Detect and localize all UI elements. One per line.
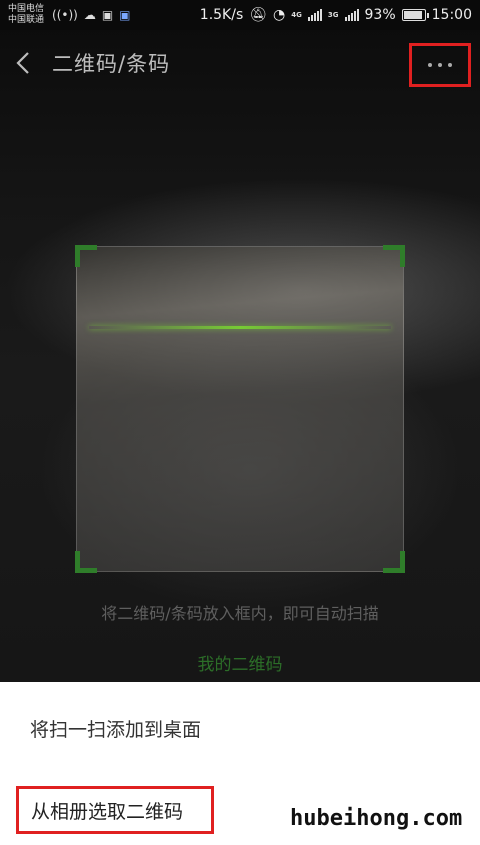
frame-corner-top-right <box>383 245 405 267</box>
frame-corner-bottom-left <box>75 551 97 573</box>
wifi-icon: ◔ <box>273 7 286 23</box>
page-title: 二维码/条码 <box>52 52 171 76</box>
my-qr-code-link[interactable]: 我的二维码 <box>0 650 480 675</box>
frame-corner-top-left <box>75 245 97 267</box>
weather-icon: ☁ <box>83 8 96 22</box>
carrier-2: 中国联通 <box>8 15 45 25</box>
app-notification-icon: ▣ <box>101 8 114 22</box>
more-dot-icon <box>428 63 432 67</box>
more-dot-icon <box>438 63 442 67</box>
hotspot-icon: ((•)) <box>52 8 78 22</box>
scan-hint: 将二维码/条码放入框内，即可自动扫描 <box>101 604 379 623</box>
notification-icons: ((•)) ☁ ▣ ▣ <box>52 8 131 22</box>
chevron-left-icon <box>16 52 29 74</box>
pick-from-album-option[interactable]: 从相册选取二维码 <box>16 786 214 834</box>
frame-corner-bottom-right <box>383 551 405 573</box>
status-bar: 中国电信 中国联通 ((•)) ☁ ▣ ▣ 1.5K/s 🔕︎ ◔ 4G 3G … <box>0 0 480 30</box>
back-button[interactable] <box>0 30 48 96</box>
net-speed: 1.5K/s <box>199 7 244 23</box>
scan-frame <box>75 245 405 573</box>
more-dot-icon <box>448 63 452 67</box>
status-right: 1.5K/s 🔕︎ ◔ 4G 3G 93% 15:00 <box>200 7 472 23</box>
clock: 15:00 <box>431 7 472 23</box>
scan-line <box>89 326 391 329</box>
top-nav-bar: 二维码/条码 <box>0 30 480 96</box>
battery-icon <box>401 9 429 21</box>
network-type-tag: 4G <box>291 10 302 19</box>
carrier-info: 中国电信 中国联通 <box>8 4 44 26</box>
carrier-1: 中国电信 <box>8 4 45 14</box>
more-options-button[interactable] <box>409 43 471 87</box>
signal-icon-1 <box>307 9 322 21</box>
network-type-tag-2: 3G <box>327 10 339 19</box>
battery-percent: 93% <box>364 7 396 23</box>
bluetooth-app-icon: ▣ <box>119 8 131 22</box>
signal-icon-2 <box>344 9 359 21</box>
add-to-desktop-option[interactable]: 将扫一扫添加到桌面 <box>30 715 201 742</box>
watermark: hubeihong.com <box>290 806 463 831</box>
mute-icon: 🔕︎ <box>249 7 268 23</box>
